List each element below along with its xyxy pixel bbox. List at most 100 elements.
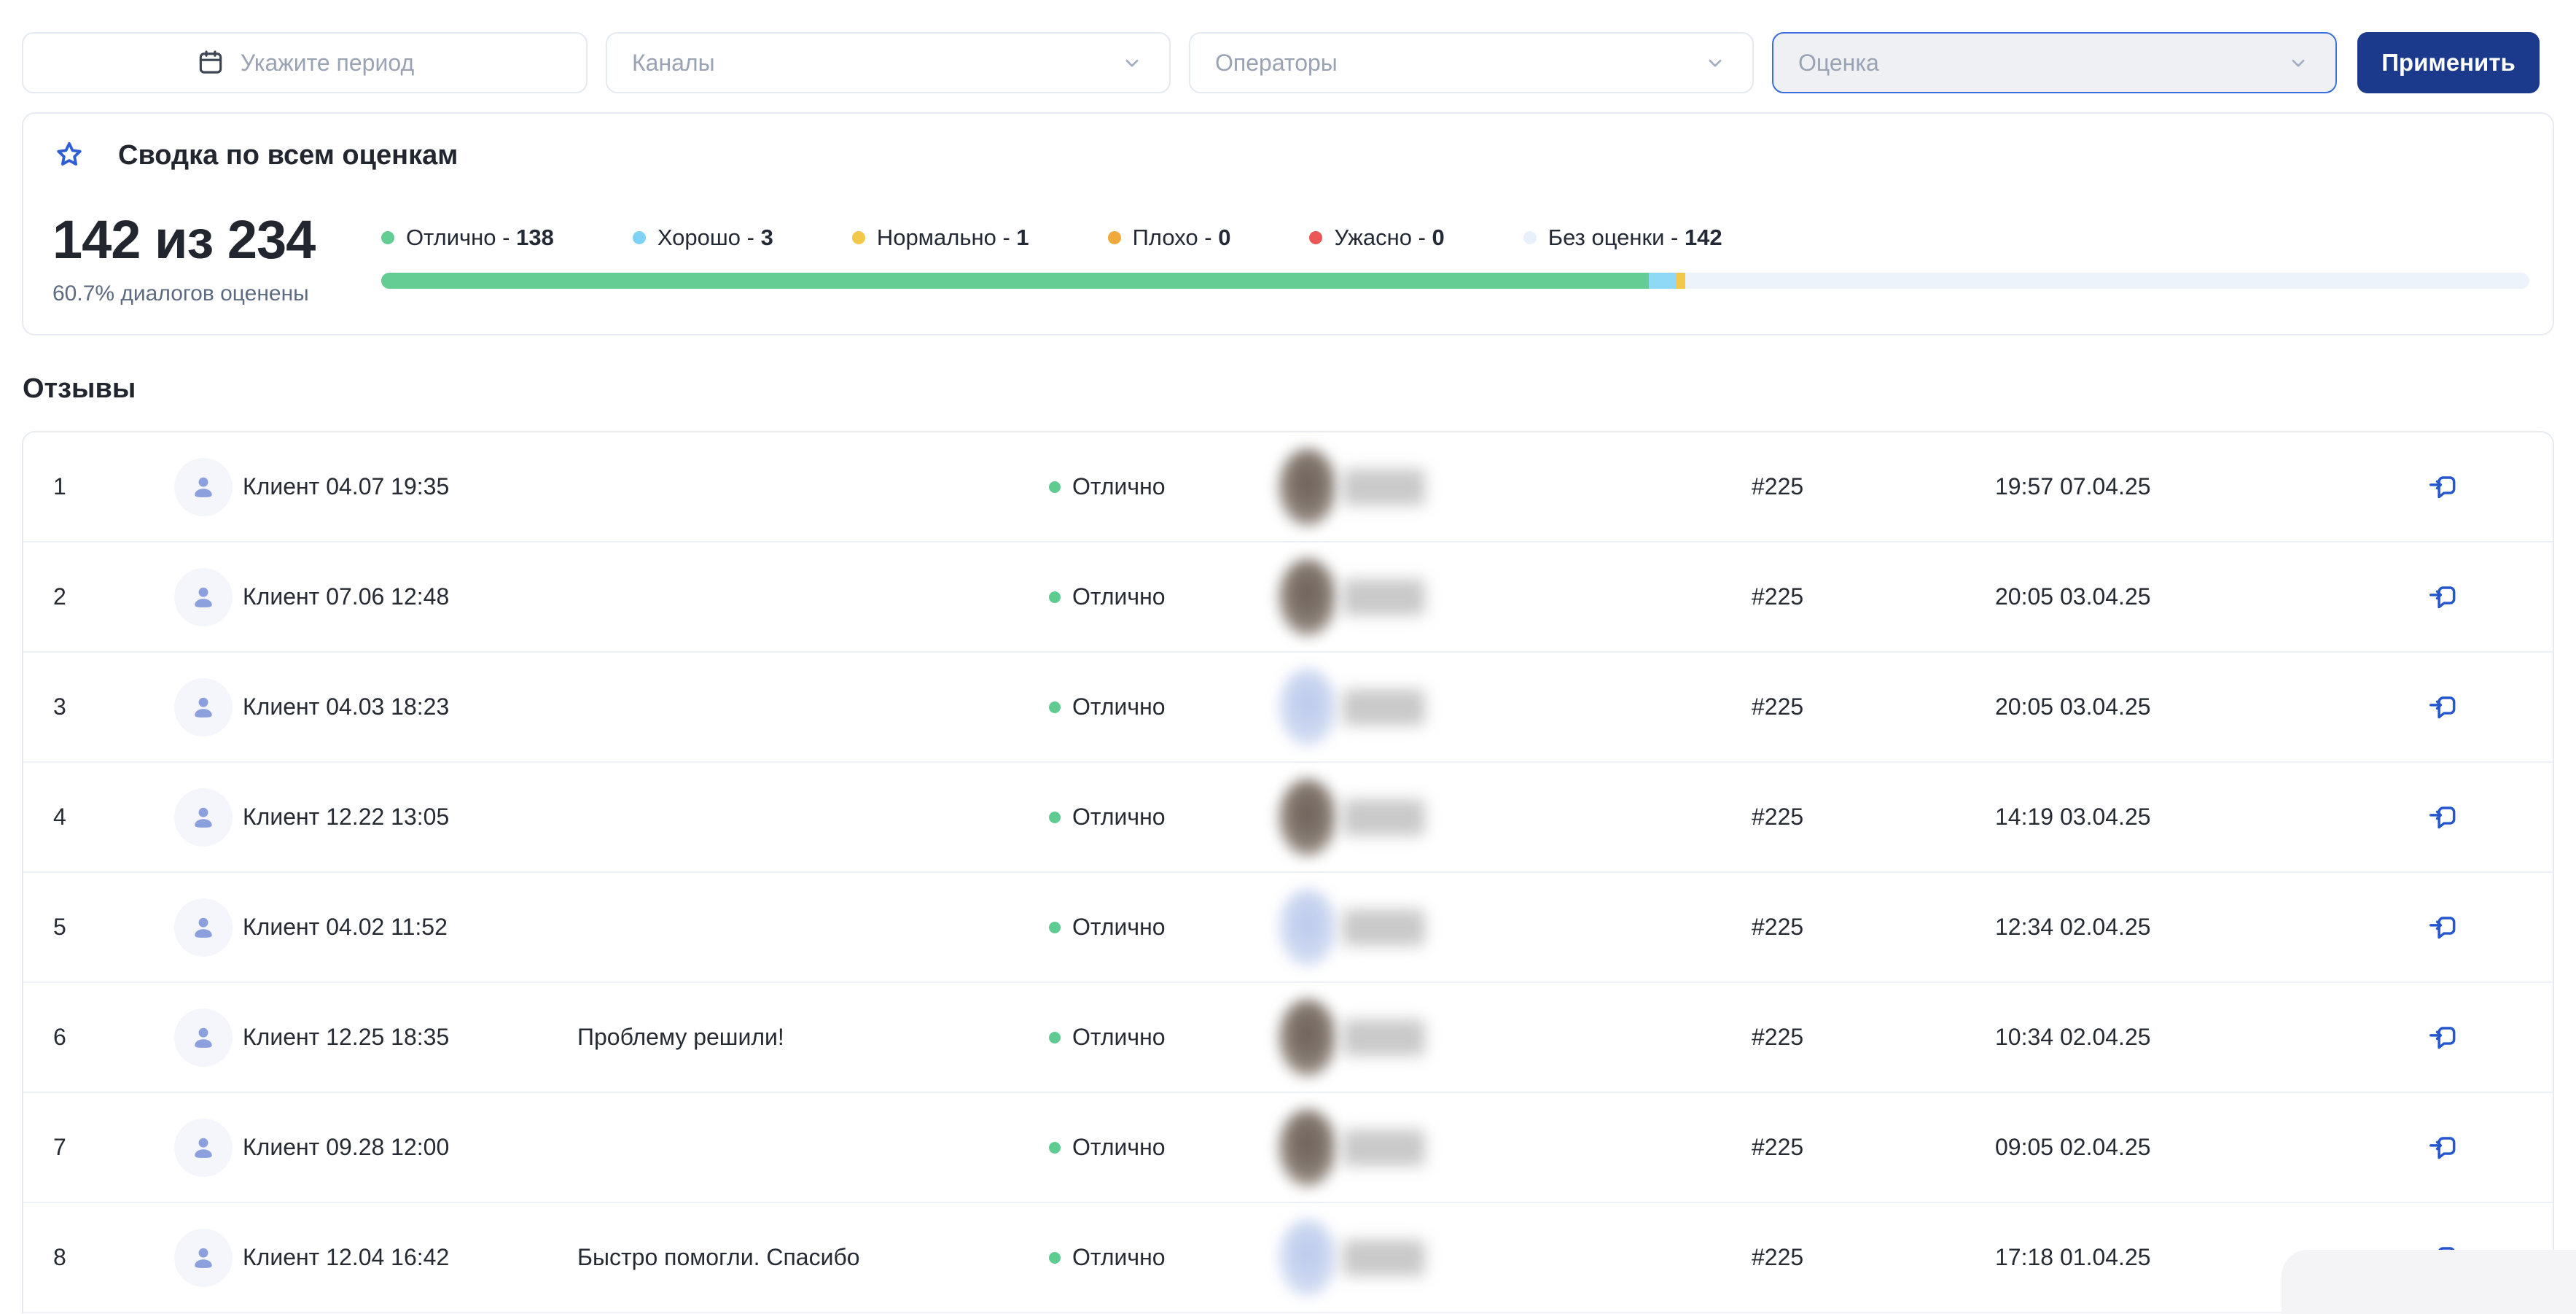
bar-segment bbox=[1676, 273, 1686, 289]
period-placeholder: Укажите период bbox=[240, 49, 415, 76]
review-row[interactable]: 4 Клиент 12.22 13:05 Отлично #225 14:19 … bbox=[23, 763, 2553, 873]
open-dialog-button[interactable] bbox=[2423, 467, 2464, 508]
operators-filter[interactable]: Операторы bbox=[1189, 32, 1754, 93]
review-row[interactable]: 5 Клиент 04.02 11:52 Отлично #225 12:34 … bbox=[23, 873, 2553, 983]
rating-dot bbox=[1049, 591, 1061, 603]
review-row[interactable]: 3 Клиент 04.03 18:23 Отлично #225 20:05 … bbox=[23, 653, 2553, 763]
ticket-number: #225 bbox=[1752, 473, 1804, 499]
rating-label: Отлично bbox=[1072, 1244, 1166, 1270]
blurred-chat-widget[interactable] bbox=[2282, 1250, 2576, 1314]
reviews-heading: Отзывы bbox=[23, 373, 136, 404]
client-name: Клиент 12.22 13:05 bbox=[243, 804, 450, 830]
client-icon bbox=[174, 457, 233, 516]
operator-name-blurred bbox=[1343, 909, 1425, 946]
ticket-number: #225 bbox=[1752, 1244, 1804, 1270]
rating-dot bbox=[1049, 1031, 1061, 1043]
client-icon bbox=[174, 1228, 233, 1287]
open-dialog-icon bbox=[2427, 475, 2459, 505]
review-timestamp: 19:57 07.04.25 bbox=[1995, 473, 2151, 499]
operator-name-blurred bbox=[1343, 1129, 1425, 1166]
client-cell: Клиент 07.06 12:48 bbox=[174, 567, 577, 626]
channels-filter[interactable]: Каналы bbox=[606, 32, 1171, 93]
legend-label: Нормально - bbox=[876, 225, 1017, 250]
operator-cell bbox=[1279, 1218, 1752, 1296]
row-number: 2 bbox=[53, 583, 66, 610]
operator-cell bbox=[1279, 668, 1752, 746]
client-name: Клиент 04.03 18:23 bbox=[243, 693, 450, 720]
legend-dot bbox=[1309, 231, 1323, 244]
legend-value: 0 bbox=[1432, 225, 1445, 250]
rating-cell: Отлично bbox=[1049, 473, 1279, 500]
open-dialog-icon bbox=[2427, 1026, 2459, 1056]
ticket-number: #225 bbox=[1752, 1024, 1804, 1050]
row-number: 3 bbox=[53, 693, 66, 720]
row-number: 7 bbox=[53, 1134, 66, 1160]
open-dialog-icon bbox=[2427, 806, 2459, 836]
legend-value: 3 bbox=[760, 225, 773, 250]
reviews-table: 1 Клиент 04.07 19:35 Отлично #225 19:57 … bbox=[22, 431, 2554, 1313]
open-dialog-button[interactable] bbox=[2423, 687, 2464, 728]
legend-label: Плохо - bbox=[1132, 225, 1219, 250]
review-timestamp: 20:05 03.04.25 bbox=[1995, 583, 2151, 610]
client-name: Клиент 04.07 19:35 bbox=[243, 473, 450, 499]
legend-item: Хорошо - 3 bbox=[632, 225, 773, 251]
open-dialog-button[interactable] bbox=[2423, 907, 2464, 948]
legend-dot bbox=[1107, 231, 1121, 244]
operator-cell bbox=[1279, 448, 1752, 526]
legend-value: 138 bbox=[516, 225, 554, 250]
client-icon bbox=[174, 898, 233, 957]
apply-button[interactable]: Применить bbox=[2357, 32, 2540, 93]
client-icon bbox=[174, 677, 233, 736]
client-name: Клиент 12.25 18:35 bbox=[243, 1024, 450, 1050]
operator-name-blurred bbox=[1343, 688, 1425, 726]
review-row[interactable]: 8 Клиент 12.04 16:42 Быстро помогли. Спа… bbox=[23, 1203, 2553, 1313]
summary-caption: 60.7% диалогов оценены bbox=[52, 281, 309, 306]
legend-dot bbox=[1523, 231, 1537, 244]
rating-cell: Отлично bbox=[1049, 1244, 1279, 1271]
period-filter[interactable]: Укажите период bbox=[22, 32, 588, 93]
operator-name-blurred bbox=[1343, 578, 1425, 615]
rating-dot bbox=[1049, 481, 1061, 493]
client-cell: Клиент 12.25 18:35 bbox=[174, 1008, 577, 1067]
rating-cell: Отлично bbox=[1049, 583, 1279, 610]
ticket-number: #225 bbox=[1752, 914, 1804, 940]
open-dialog-button[interactable] bbox=[2423, 797, 2464, 838]
rating-label: Отлично bbox=[1072, 1024, 1166, 1050]
chevron-down-icon bbox=[1120, 50, 1144, 75]
bar-segment bbox=[1648, 273, 1677, 289]
legend-item: Нормально - 1 bbox=[851, 225, 1029, 251]
open-dialog-button[interactable] bbox=[2423, 1127, 2464, 1168]
review-row[interactable]: 6 Клиент 12.25 18:35 Проблему решили! От… bbox=[23, 983, 2553, 1093]
open-dialog-button[interactable] bbox=[2423, 577, 2464, 618]
row-number: 4 bbox=[53, 804, 66, 830]
operator-name-blurred bbox=[1343, 1019, 1425, 1056]
legend-item: Без оценки - 142 bbox=[1523, 225, 1722, 251]
open-dialog-button[interactable] bbox=[2423, 1017, 2464, 1058]
operator-name-blurred bbox=[1343, 468, 1425, 505]
operator-avatar bbox=[1279, 998, 1337, 1076]
legend-value: 0 bbox=[1218, 225, 1231, 250]
client-name: Клиент 07.06 12:48 bbox=[243, 583, 450, 610]
review-row[interactable]: 2 Клиент 07.06 12:48 Отлично #225 20:05 … bbox=[23, 543, 2553, 653]
review-row[interactable]: 1 Клиент 04.07 19:35 Отлично #225 19:57 … bbox=[23, 432, 2553, 543]
client-icon bbox=[174, 1008, 233, 1067]
client-cell: Клиент 04.07 19:35 bbox=[174, 457, 577, 516]
operators-placeholder: Операторы bbox=[1215, 49, 1338, 76]
client-cell: Клиент 12.22 13:05 bbox=[174, 788, 577, 847]
operator-name-blurred bbox=[1343, 798, 1425, 836]
row-number: 8 bbox=[53, 1244, 66, 1270]
summary-card: Сводка по всем оценкам 142 из 234 60.7% … bbox=[22, 112, 2554, 335]
calendar-icon bbox=[195, 47, 226, 78]
rating-filter[interactable]: Оценка bbox=[1772, 32, 2337, 93]
operator-avatar bbox=[1279, 1108, 1337, 1186]
rating-label: Отлично bbox=[1072, 693, 1166, 720]
ticket-number: #225 bbox=[1752, 583, 1804, 610]
client-name: Клиент 12.04 16:42 bbox=[243, 1244, 450, 1270]
row-number: 6 bbox=[53, 1024, 66, 1050]
review-timestamp: 10:34 02.04.25 bbox=[1995, 1024, 2151, 1050]
open-dialog-icon bbox=[2427, 696, 2459, 726]
ticket-number: #225 bbox=[1752, 693, 1804, 720]
review-row[interactable]: 7 Клиент 09.28 12:00 Отлично #225 09:05 … bbox=[23, 1093, 2553, 1203]
client-name: Клиент 09.28 12:00 bbox=[243, 1134, 450, 1160]
rating-dot bbox=[1049, 921, 1061, 933]
